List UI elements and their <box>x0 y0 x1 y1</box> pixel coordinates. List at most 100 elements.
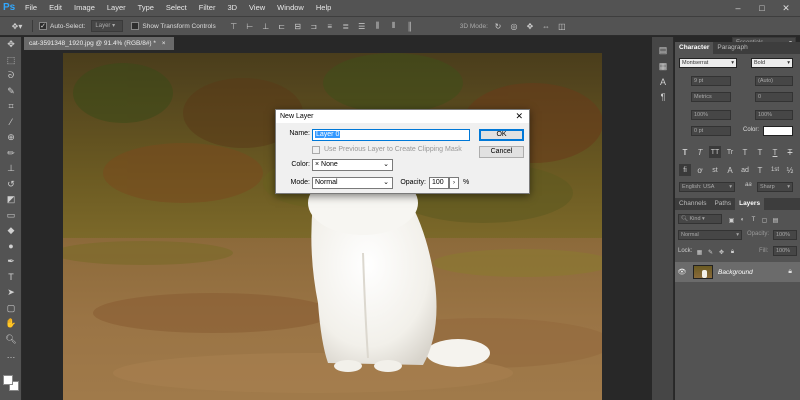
auto-select-target-dropdown[interactable]: Layer ▾ <box>91 20 124 32</box>
vertical-scale-field[interactable]: 100% <box>691 110 731 120</box>
3d-rotate-icon[interactable]: ↻ <box>492 20 504 32</box>
visibility-eye-icon[interactable]: 👁︎ <box>675 266 689 278</box>
path-selection-tool-icon[interactable]: ➤ <box>0 285 22 301</box>
tab-paths[interactable]: Paths <box>710 198 735 210</box>
tracking-field[interactable]: 0 <box>755 92 793 102</box>
menu-layer[interactable]: Layer <box>101 0 132 16</box>
menu-3d[interactable]: 3D <box>221 0 243 16</box>
align-vcenter-icon[interactable]: ⊢ <box>244 20 256 32</box>
filter-shape-icon[interactable]: ▢ <box>760 214 769 226</box>
lock-all-icon[interactable]: 🔒︎ <box>728 246 737 258</box>
filter-pixel-icon[interactable]: ▣ <box>727 214 736 226</box>
canvas-image[interactable] <box>63 53 602 400</box>
clone-stamp-tool-icon[interactable]: ⊥ <box>0 161 22 177</box>
discretionary-ligatures-button[interactable]: ơ <box>694 164 706 176</box>
marquee-tool-icon[interactable]: ⬚ <box>0 53 22 69</box>
eyedropper-tool-icon[interactable]: ⁄ <box>0 115 22 131</box>
pen-tool-icon[interactable]: ✒ <box>0 254 22 270</box>
move-tool-preset-icon[interactable]: ✥▾ <box>8 20 26 32</box>
more-tools-icon[interactable]: … <box>0 347 22 363</box>
distribute-vcenter-icon[interactable]: ≣ <box>340 20 352 32</box>
gradient-tool-icon[interactable]: ▭ <box>0 208 22 224</box>
font-family-dropdown[interactable]: Montserrat ▾ <box>679 58 737 68</box>
all-caps-button[interactable]: TT <box>709 146 721 158</box>
menu-help[interactable]: Help <box>310 0 337 16</box>
ligatures-button[interactable]: fi <box>679 164 691 176</box>
text-color-swatch[interactable] <box>763 126 793 136</box>
properties-panel-icon[interactable]: ▦ <box>652 59 674 75</box>
stylistic-alternates-button[interactable]: st <box>709 164 721 176</box>
3d-pan-icon[interactable]: ✥ <box>524 20 536 32</box>
3d-scale-icon[interactable]: ◫ <box>556 20 568 32</box>
ok-button[interactable]: OK <box>479 129 524 141</box>
tab-layers[interactable]: Layers <box>735 198 765 210</box>
leading-field[interactable]: (Auto) <box>755 76 793 86</box>
align-top-icon[interactable]: ⊤ <box>228 20 240 32</box>
contextual-alternates-button[interactable]: T <box>754 164 766 176</box>
dialog-close-icon[interactable]: ✕ <box>515 110 523 123</box>
baseline-shift-field[interactable]: 0 pt <box>691 126 731 136</box>
filter-type-icon[interactable]: T <box>749 214 758 226</box>
horizontal-scale-field[interactable]: 100% <box>755 110 793 120</box>
distribute-top-icon[interactable]: ≡ <box>324 20 336 32</box>
align-bottom-icon[interactable]: ⊥ <box>260 20 272 32</box>
3d-slide-icon[interactable]: ⇔ <box>540 20 552 32</box>
font-size-field[interactable]: 9 pt <box>691 76 731 86</box>
tab-paragraph[interactable]: Paragraph <box>713 42 751 54</box>
crop-tool-icon[interactable]: ⌗ <box>0 99 22 115</box>
rectangle-tool-icon[interactable]: ▢ <box>0 301 22 317</box>
history-brush-tool-icon[interactable]: ↺ <box>0 177 22 193</box>
move-tool-icon[interactable]: ✥ <box>0 37 22 53</box>
mode-dropdown[interactable]: Normal ⌄ <box>312 177 393 189</box>
tab-character[interactable]: Character <box>675 42 714 54</box>
subscript-button[interactable]: T <box>754 146 766 158</box>
distribute-bottom-icon[interactable]: ☰ <box>356 20 368 32</box>
show-transform-checkbox[interactable] <box>131 22 140 30</box>
history-panel-icon[interactable]: ▤ <box>652 43 674 59</box>
filter-smart-object-icon[interactable]: ▤ <box>771 214 780 226</box>
menu-select[interactable]: Select <box>160 0 193 16</box>
fill-field[interactable]: 100% <box>773 246 797 256</box>
lock-position-icon[interactable]: ✥ <box>717 246 726 258</box>
tab-channels[interactable]: Channels <box>675 198 710 210</box>
filter-adjustment-icon[interactable]: ◐ <box>738 214 747 226</box>
distribute-left-icon[interactable]: ⫼ <box>372 20 384 32</box>
menu-window[interactable]: Window <box>271 0 310 16</box>
hand-tool-icon[interactable]: ✋ <box>0 316 22 332</box>
menu-image[interactable]: Image <box>68 0 101 16</box>
type-tool-icon[interactable]: T <box>0 270 22 286</box>
document-tab[interactable]: cat-3591348_1920.jpg @ 91.4% (RGB/8#) * … <box>24 37 174 50</box>
maximize-button[interactable]: □ <box>750 0 774 16</box>
faux-bold-button[interactable]: T <box>679 146 691 158</box>
menu-edit[interactable]: Edit <box>43 0 68 16</box>
lasso-tool-icon[interactable]: ᘐ <box>0 68 22 84</box>
blend-mode-dropdown[interactable]: Normal ▾ <box>678 230 742 240</box>
small-caps-button[interactable]: Tr <box>724 146 736 158</box>
opacity-input[interactable]: 100 <box>429 177 449 189</box>
minimize-button[interactable]: – <box>726 0 750 16</box>
kerning-field[interactable]: Metrics <box>691 92 731 102</box>
language-dropdown[interactable]: English: USA ▾ <box>679 182 735 192</box>
faux-italic-button[interactable]: T <box>694 146 706 158</box>
foreground-color-swatch[interactable] <box>3 375 13 385</box>
align-right-icon[interactable]: ⊐ <box>308 20 320 32</box>
titling-alternates-button[interactable]: ad <box>739 164 751 176</box>
eraser-tool-icon[interactable]: ◩ <box>0 192 22 208</box>
underline-button[interactable]: T <box>769 146 781 158</box>
ordinals-button[interactable]: 1st <box>769 164 781 176</box>
cancel-button[interactable]: Cancel <box>479 146 524 158</box>
menu-filter[interactable]: Filter <box>193 0 222 16</box>
auto-select-checkbox[interactable] <box>39 22 47 30</box>
menu-view[interactable]: View <box>243 0 271 16</box>
menu-file[interactable]: File <box>19 0 43 16</box>
character-panel-icon[interactable]: A <box>652 74 674 90</box>
antialias-dropdown[interactable]: Sharp ▾ <box>757 182 793 192</box>
swash-button[interactable]: A <box>724 164 736 176</box>
distribute-right-icon[interactable]: ║ <box>404 20 416 32</box>
fractions-button[interactable]: ½ <box>784 164 796 176</box>
opacity-field[interactable]: 100% <box>773 230 797 240</box>
align-hcenter-icon[interactable]: ⊟ <box>292 20 304 32</box>
close-window-button[interactable]: ✕ <box>774 0 798 16</box>
strikethrough-button[interactable]: T <box>784 146 796 158</box>
brush-tool-icon[interactable]: ✏ <box>0 146 22 162</box>
